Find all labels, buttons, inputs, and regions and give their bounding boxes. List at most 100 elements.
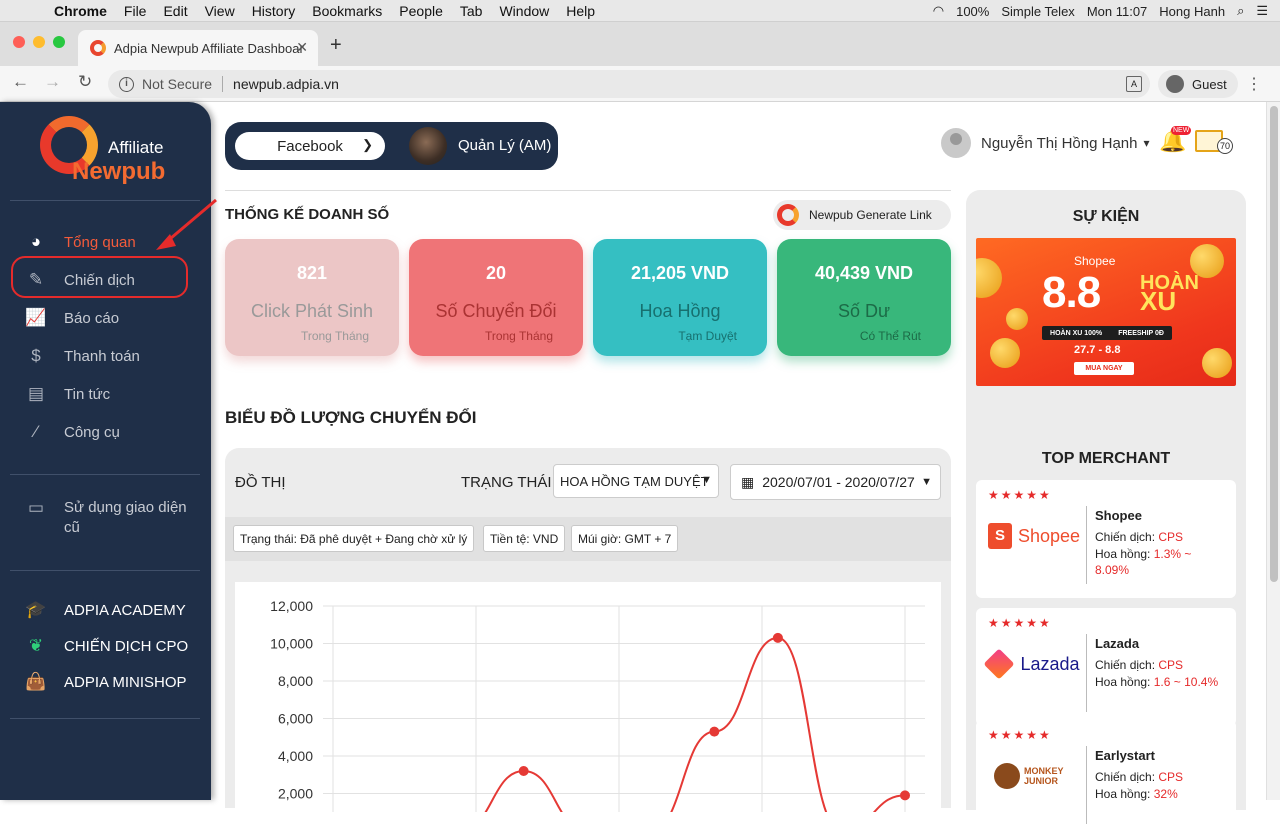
profile-button[interactable]: Guest (1158, 70, 1238, 98)
banner-cta-button[interactable]: MUA NGAY (1074, 362, 1134, 375)
chip-currency[interactable]: Tiền tệ: VND (483, 525, 566, 552)
merchant-card-lazada[interactable]: ★★★★★ Lazada Lazada Chiến dịch: CPS Hoa … (976, 608, 1236, 726)
chip-status[interactable]: Trạng thái: Đã phê duyệt + Đang chờ xử l… (233, 525, 475, 552)
browser-tab[interactable]: Adpia Newpub Affiliate Dashboard ✕ (78, 30, 318, 66)
address-bar-row: ← → ↻ i Not Secure newpub.adpia.vn A Gue… (0, 66, 1280, 102)
merchant-name: Shopee (1095, 508, 1142, 523)
coin-icon (1202, 348, 1232, 378)
sidebar-item-legacy-ui[interactable]: ▭ Sử dụng giao diện cũ (24, 498, 194, 542)
mac-menu-bar: Chrome File Edit View History Bookmarks … (0, 0, 1280, 22)
battery-text[interactable]: 100% (956, 4, 989, 19)
search-icon[interactable]: ⌕ (1237, 3, 1244, 19)
sidebar-item-tools[interactable]: ⁄ Công cụ (24, 420, 120, 444)
forward-icon[interactable]: → (44, 72, 61, 92)
sidebar: Affiliate Newpub ◕ Tổng quan ✎ Chiến dịc… (0, 102, 217, 800)
generate-link-button[interactable]: Newpub Generate Link (773, 200, 951, 230)
lazada-logo: Lazada (983, 644, 1084, 684)
merchant-logo-text: Shopee (1017, 525, 1081, 546)
profile-label: Guest (1192, 76, 1227, 92)
monkey-junior-logo: MONKEY JUNIOR (984, 756, 1084, 796)
newpub-logo[interactable]: Affiliate Newpub (40, 112, 180, 185)
commission-label: Hoa hồng: (1095, 675, 1151, 689)
info-icon[interactable]: i (119, 76, 134, 92)
chevron-down-icon: ▾ (1143, 136, 1150, 150)
menu-view[interactable]: View (205, 3, 235, 19)
stat-value: 20 (485, 263, 507, 283)
newspaper-icon: ▤ (27, 384, 45, 403)
sidebar-item-minishop[interactable]: 👜 ADPIA MINISHOP (24, 672, 186, 692)
sidebar-item-reports[interactable]: 📈 Báo cáo (24, 306, 119, 330)
input-method[interactable]: Simple Telex (1001, 4, 1074, 19)
sidebar-item-news[interactable]: ▤ Tin tức (24, 382, 110, 406)
stat-value: 21,205 VND (630, 263, 730, 283)
security-label[interactable]: Not Secure (142, 76, 212, 92)
clock[interactable]: Mon 11:07 (1087, 4, 1147, 19)
merchant-card-shopee[interactable]: ★★★★★ S Shopee Shopee Chiến dịch: CPS Ho… (976, 480, 1236, 598)
menu-file[interactable]: File (124, 3, 147, 19)
stat-card-clicks[interactable]: 821 Click Phát Sinh Trong Tháng (225, 239, 399, 356)
menu-history[interactable]: History (252, 3, 296, 19)
menu-tab[interactable]: Tab (460, 3, 483, 19)
status-select[interactable]: HOA HỒNG TẠM DUYỆT ▼ (553, 464, 719, 498)
profile-avatar-icon (1166, 75, 1184, 93)
mail-icon[interactable]: 70 (1195, 130, 1233, 154)
reload-icon[interactable]: ↻ (78, 72, 92, 92)
merchant-commission: Hoa hồng: 1.3% ~ 8.09% (1095, 546, 1225, 578)
stat-card-commission[interactable]: 21,205 VND Hoa Hồng Tạm Duyệt (593, 239, 767, 356)
rating-stars-icon: ★★★★★ (988, 728, 1052, 742)
back-icon[interactable]: ← (12, 72, 29, 92)
date-range-picker[interactable]: ▦ 2020/07/01 - 2020/07/27 ▼ (730, 464, 941, 500)
header-divider (225, 190, 951, 191)
commission-label: Hoa hồng: (1095, 787, 1151, 801)
generate-link-label: Newpub Generate Link (809, 208, 932, 222)
menu-edit[interactable]: Edit (163, 3, 187, 19)
user-avatar (941, 128, 971, 158)
merchant-card-earlystart[interactable]: ★★★★★ MONKEY JUNIOR Earlystart Chiến dịc… (976, 720, 1236, 838)
top-merchant-title: TOP MERCHANT (1041, 450, 1171, 467)
campaign-label: Chiến dịch: (1095, 530, 1156, 544)
sidebar-item-cpo[interactable]: ❦ CHIẾN DỊCH CPO (24, 636, 188, 656)
user-menu[interactable]: Nguyễn Thị Hồng Hạnh ▾ (941, 128, 1150, 158)
menu-people[interactable]: People (399, 3, 443, 19)
menu-window[interactable]: Window (499, 3, 549, 19)
banner-tag: HOÀN XU 100% (1050, 329, 1103, 337)
menu-help[interactable]: Help (566, 3, 595, 19)
sidebar-item-payments[interactable]: $ Thanh toán (24, 344, 140, 368)
tab-title: Adpia Newpub Affiliate Dashboard (114, 40, 304, 56)
translate-icon[interactable]: A (1126, 76, 1142, 92)
url-text[interactable]: newpub.adpia.vn (233, 76, 339, 92)
stat-value: 821 (296, 263, 328, 283)
menu-bookmarks[interactable]: Bookmarks (312, 3, 382, 19)
sidebar-item-label: Thanh toán (64, 347, 140, 365)
scrollbar-thumb[interactable] (1270, 106, 1278, 582)
manager-label[interactable]: Quản Lý (AM) (458, 137, 551, 154)
platform-select[interactable]: Facebook ❯ (235, 132, 385, 160)
merchant-commission: Hoa hồng: 1.6 ~ 10.4% (1095, 674, 1225, 690)
menu-list-icon[interactable]: ☰ (1256, 3, 1268, 19)
page-scrollbar[interactable] (1266, 102, 1280, 800)
stat-card-conversions[interactable]: 20 Số Chuyển Đổi Trong Tháng (409, 239, 583, 356)
notification-bell-icon[interactable]: 🔔 NEW (1159, 126, 1192, 154)
menu-app-name[interactable]: Chrome (54, 3, 107, 19)
omnibox[interactable]: i Not Secure newpub.adpia.vn A (108, 70, 1150, 98)
wifi-icon[interactable]: ◠ (933, 3, 944, 19)
sidebar-item-label: Công cụ (64, 423, 120, 441)
new-tab-icon[interactable]: + (330, 34, 342, 57)
chip-timezone[interactable]: Múi giờ: GMT + 7 (571, 525, 679, 552)
stat-card-balance[interactable]: 40,439 VND Số Dư Có Thể Rút (777, 239, 951, 356)
data-point (900, 790, 910, 801)
event-banner[interactable]: Shopee 8.8 HOÀN XU HOÀN XU 100% FREESHIP … (976, 238, 1236, 386)
minimize-window-icon[interactable] (33, 36, 45, 48)
maximize-window-icon[interactable] (53, 36, 65, 48)
close-tab-icon[interactable]: ✕ (296, 39, 308, 56)
close-window-icon[interactable] (13, 36, 25, 48)
more-options-icon[interactable]: ⋮ (1246, 74, 1262, 94)
manager-avatar[interactable] (409, 127, 447, 165)
mac-user[interactable]: Hong Hanh (1159, 4, 1225, 19)
sidebar-item-academy[interactable]: 🎓 ADPIA ACADEMY (24, 600, 185, 620)
sidebar-item-overview[interactable]: ◕ Tổng quan (24, 230, 136, 254)
calendar-icon: ▦ (741, 473, 755, 490)
banner-xu: XU (1140, 286, 1177, 316)
y-tick-label: 4,000 (278, 748, 313, 764)
caret-down-icon: ▼ (921, 476, 932, 488)
